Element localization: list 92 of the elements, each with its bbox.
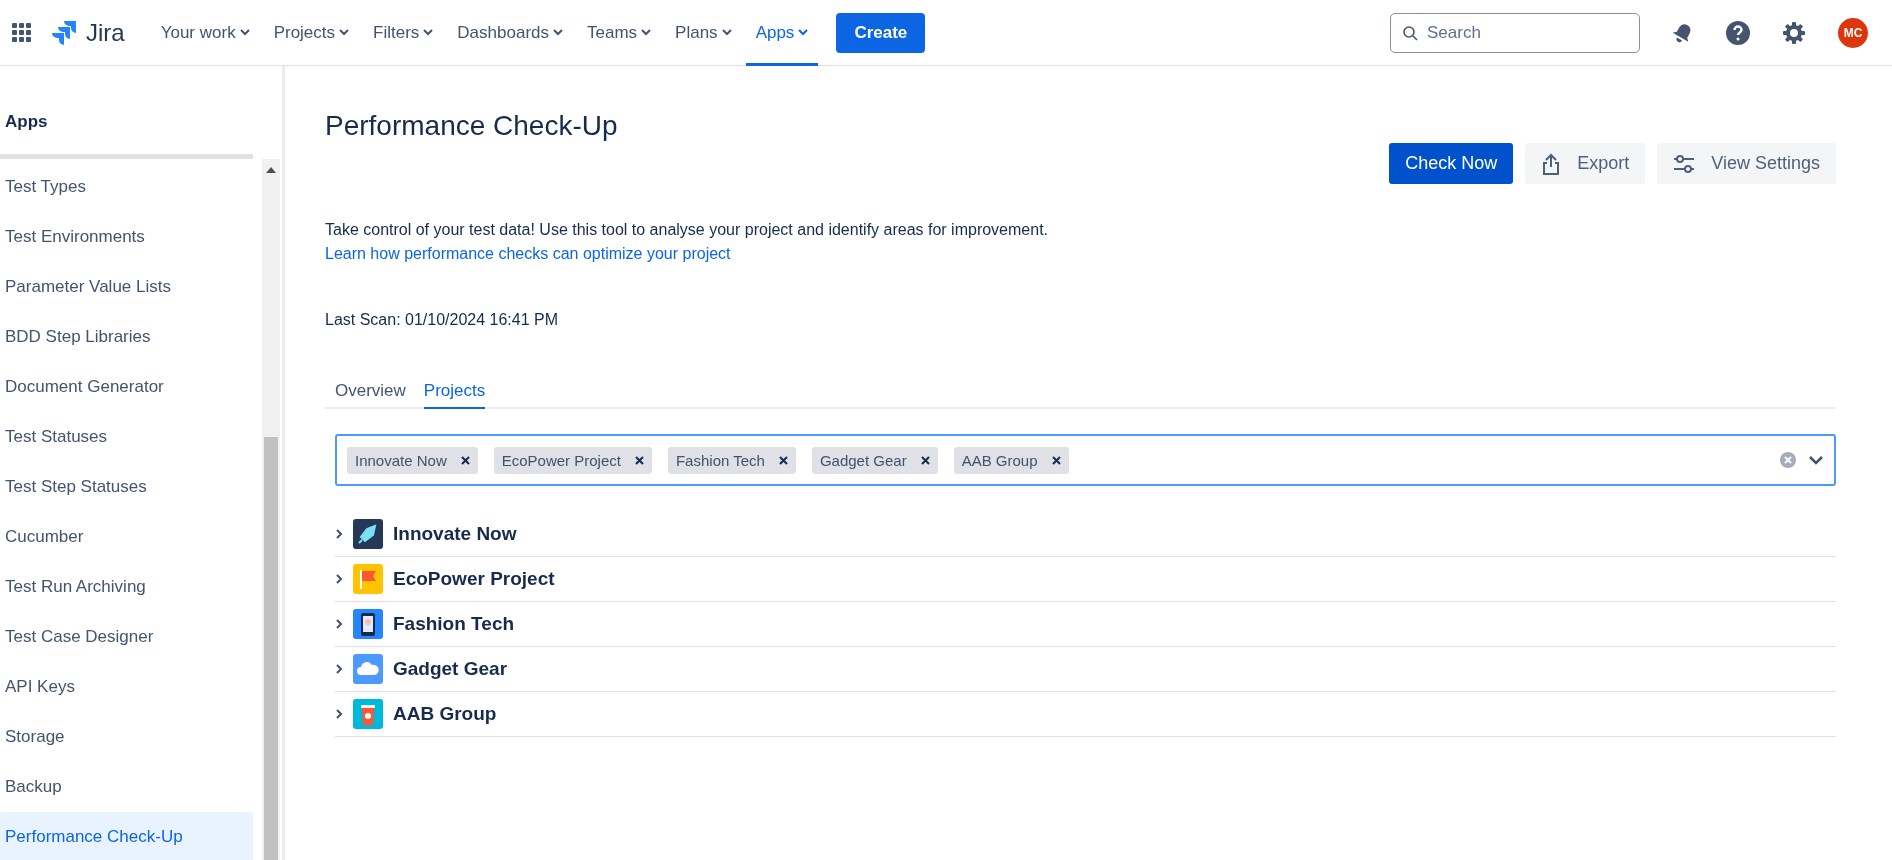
user-avatar[interactable]: MC [1838, 17, 1868, 48]
remove-tag-button[interactable] [920, 455, 930, 465]
tag-label: Gadget Gear [819, 451, 907, 469]
nav-menu[interactable]: Teams [577, 0, 662, 66]
page-title: Performance Check-Up [325, 110, 618, 143]
last-scan-text: Last Scan: 01/10/2024 16:41 PM [325, 311, 560, 329]
expand-button[interactable] [335, 573, 343, 585]
tag-label: EcoPower Project [501, 451, 621, 469]
close-icon [920, 455, 930, 465]
sidebar-item[interactable]: Performance Check-Up [0, 812, 253, 860]
sidebar-item[interactable]: Test Environments [0, 212, 253, 262]
chevron-down-icon [423, 29, 434, 36]
phone-icon [353, 609, 383, 639]
chevron-right-icon [335, 663, 343, 675]
close-icon [778, 455, 788, 465]
nav-menu[interactable]: Filters [363, 0, 444, 66]
settings-button[interactable] [1782, 20, 1806, 45]
project-name: Gadget Gear [393, 658, 508, 680]
nav-menu[interactable]: Your work [150, 0, 260, 66]
close-icon [460, 455, 470, 465]
expand-button[interactable] [335, 618, 343, 630]
settings-icon [1782, 20, 1806, 45]
nav-menu[interactable]: Projects [263, 0, 360, 66]
project-name: Fashion Tech [393, 613, 515, 635]
project-name: AAB Group [393, 703, 497, 725]
tag-label: Innovate Now [355, 451, 447, 469]
expand-button[interactable] [335, 528, 343, 540]
chevron-down-icon [339, 29, 350, 36]
sidebar-item[interactable]: Parameter Value Lists [0, 262, 253, 312]
chevron-right-icon [335, 528, 343, 540]
project-name: Innovate Now [393, 523, 517, 545]
export-button[interactable]: Export [1525, 143, 1646, 184]
chevron-right-icon [335, 573, 343, 585]
project-name: EcoPower Project [393, 568, 555, 590]
sidebar-item[interactable]: Document Generator [0, 362, 253, 412]
search-icon [1402, 24, 1418, 41]
sidebar-item[interactable]: Test Statuses [0, 412, 253, 462]
sidebar-item[interactable]: BDD Step Libraries [0, 312, 253, 362]
sidebar-item[interactable]: API Keys [0, 662, 253, 712]
learn-more-link[interactable]: Learn how performance checks can optimize your project [325, 245, 1836, 263]
sidebar-item[interactable]: Test Run Archiving [0, 562, 253, 612]
cup-icon [353, 699, 383, 729]
sidebar-item[interactable]: Test Types [0, 162, 253, 212]
check-now-button[interactable]: Check Now [1389, 143, 1514, 184]
flag-icon [353, 564, 383, 594]
sidebar-heading: Apps [0, 66, 253, 159]
nav-menu[interactable]: Plans [665, 0, 742, 66]
close-icon [1051, 455, 1061, 465]
sidebar-item[interactable]: Test Step Statuses [0, 462, 253, 512]
scrollbar[interactable] [262, 159, 280, 860]
chevron-down-icon [641, 29, 652, 36]
nav-menu[interactable]: Apps [745, 0, 819, 66]
sliders-icon [1673, 154, 1696, 173]
scrollbar-thumb[interactable] [264, 437, 278, 860]
app-grid-icon[interactable] [12, 22, 32, 43]
sidebar-item[interactable]: Backup [0, 762, 253, 812]
cloud-icon [353, 654, 383, 684]
close-icon [634, 455, 644, 465]
tab[interactable]: Overview [335, 377, 406, 409]
chevron-down-icon [721, 29, 732, 36]
nav-menu[interactable]: Dashboards [447, 0, 573, 66]
dropdown-button[interactable] [1808, 455, 1824, 465]
chevron-down-icon [1808, 455, 1824, 465]
share-icon [1541, 152, 1562, 175]
remove-tag-button[interactable] [1051, 455, 1061, 465]
chevron-right-icon [335, 708, 343, 720]
remove-tag-button[interactable] [460, 455, 470, 465]
chevron-down-icon [798, 29, 809, 36]
help-icon [1726, 20, 1750, 45]
expand-button[interactable] [335, 708, 343, 720]
product-name: Jira [86, 18, 125, 47]
scroll-up-icon[interactable] [266, 167, 276, 173]
tab[interactable]: Projects [423, 377, 486, 409]
create-button[interactable]: Create [836, 12, 926, 53]
help-button[interactable] [1726, 20, 1750, 45]
view-settings-button[interactable]: View Settings [1657, 143, 1836, 184]
search-field[interactable]: Search [1390, 12, 1640, 53]
tag-label: Fashion Tech [675, 451, 765, 469]
chevron-down-icon [239, 29, 250, 36]
sidebar-item[interactable]: Cucumber [0, 512, 253, 562]
chevron-down-icon [553, 29, 563, 36]
clear-icon [1780, 452, 1796, 468]
description-text: Take control of your test data! Use this tool to analyse your project and identify areas for improvement. [325, 221, 1050, 239]
expand-button[interactable] [335, 663, 343, 675]
remove-tag-button[interactable] [778, 455, 788, 465]
project-multi-select[interactable]: Innovate Now EcoPower Project Fashion Tech Gadget Gear AAB Group [335, 434, 1836, 486]
tag-label: AAB Group [961, 451, 1038, 469]
chevron-right-icon [335, 618, 343, 630]
sidebar-item[interactable]: Storage [0, 712, 253, 762]
logo-icon [52, 19, 78, 46]
remove-tag-button[interactable] [634, 455, 644, 465]
sidebar-item[interactable]: Test Case Designer [0, 612, 253, 662]
